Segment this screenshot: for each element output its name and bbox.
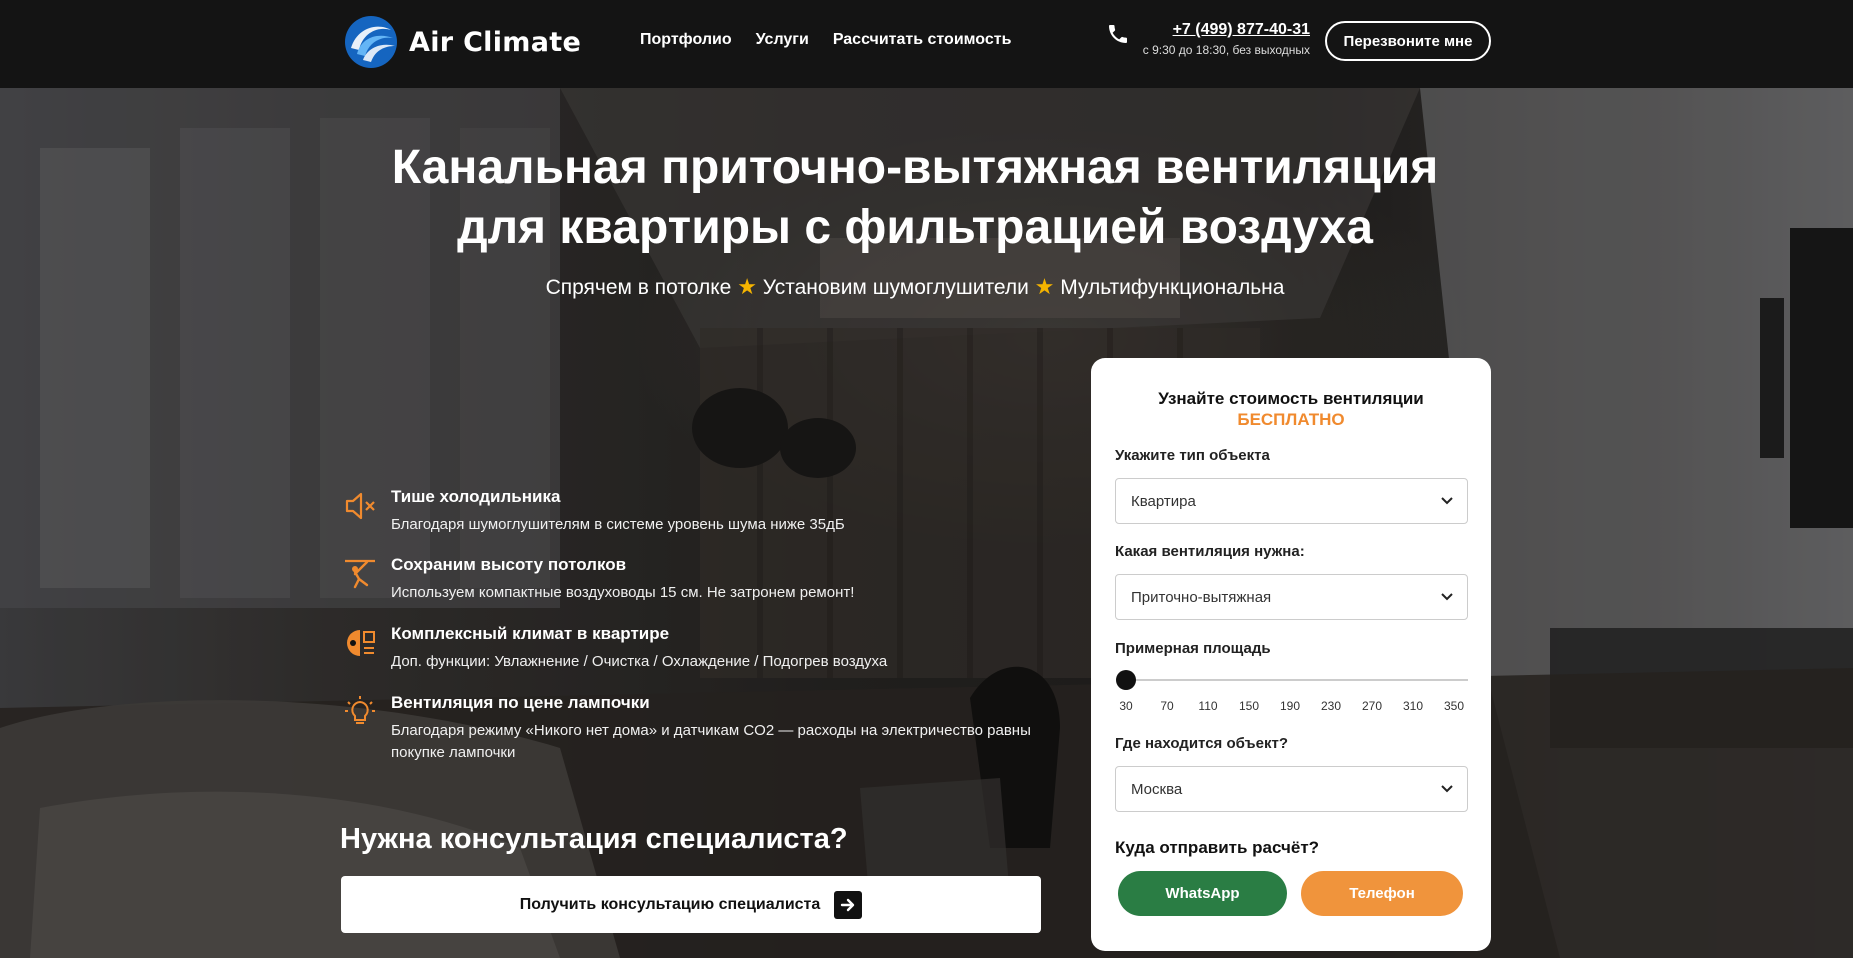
- climate-functions-icon: [347, 630, 375, 656]
- cost-form-card: Узнайте стоимость вентиляции БЕСПЛАТНО У…: [1091, 358, 1491, 951]
- location-label: Где находится объект?: [1115, 735, 1288, 752]
- logo-wave-icon: [345, 16, 397, 68]
- star-icon: ★: [737, 274, 757, 299]
- feature-title: Вентиляция по цене лампочки: [391, 693, 650, 712]
- feature-text: Используем компактные воздуховоды 15 см.…: [391, 584, 855, 601]
- star-icon: ★: [1034, 274, 1055, 299]
- area-tick: 110: [1198, 699, 1218, 713]
- page-title-line1: Канальная приточно-вытяжная вентиляция: [391, 141, 1439, 194]
- location-select[interactable]: Москва: [1115, 766, 1468, 812]
- consult-heading: Нужна консультация специалиста?: [340, 823, 848, 855]
- subtitle-part-hide-ceiling: Спрячем в потолке: [545, 276, 732, 299]
- area-tick: 270: [1361, 699, 1383, 713]
- form-title: Узнайте стоимость вентиляции: [1158, 389, 1424, 408]
- feature-text: Благодаря шумоглушителям в системе урове…: [391, 516, 845, 533]
- ventilation-type-value: Приточно-вытяжная: [1131, 588, 1272, 606]
- object-type-select[interactable]: Квартира: [1115, 478, 1468, 524]
- arrow-right-icon: [834, 890, 863, 919]
- ventilation-type-select[interactable]: Приточно-вытяжная: [1115, 574, 1468, 620]
- consult-button-label: Получить консультацию специалиста: [519, 895, 821, 913]
- location-value: Москва: [1131, 780, 1183, 798]
- phone-icon: [1109, 25, 1127, 43]
- main-nav: Портфолио Услуги Рассчитать стоимость: [640, 31, 1011, 49]
- chevron-down-icon: [1441, 785, 1453, 793]
- area-tick: 70: [1160, 699, 1174, 713]
- phone-link[interactable]: +7 (499) 877-40-31: [1130, 21, 1310, 39]
- feature-title: Тише холодильника: [391, 487, 561, 506]
- area-tick: 350: [1443, 699, 1465, 713]
- working-hours: с 9:30 до 18:30, без выходных: [1142, 43, 1310, 57]
- send-method-label: Куда отправить расчёт?: [1115, 838, 1320, 857]
- feature-item: Комплексный климат в квартире Доп. функц…: [343, 624, 1043, 693]
- chevron-down-icon: [1441, 593, 1453, 601]
- feature-item: Вентиляция по цене лампочки Благодаря ре…: [343, 693, 1043, 764]
- features-list: Тише холодильника Благодаря шумоглушител…: [343, 487, 1043, 764]
- area-slider[interactable]: [1115, 668, 1468, 692]
- subtitle-part-silencers: Установим шумоглушители: [762, 276, 1029, 299]
- whatsapp-button[interactable]: WhatsApp: [1118, 871, 1287, 916]
- object-type-label: Укажите тип объекта: [1115, 447, 1270, 464]
- feature-item: Сохраним высоту потолков Используем комп…: [343, 555, 1043, 624]
- page-title-line2: для квартиры с фильтрацией воздуха: [457, 201, 1373, 254]
- contact-block: +7 (499) 877-40-31 с 9:30 до 18:30, без …: [1130, 21, 1310, 57]
- nav-item-services[interactable]: Услуги: [756, 31, 809, 49]
- object-type-value: Квартира: [1131, 492, 1196, 510]
- area-tick: 190: [1279, 699, 1301, 713]
- form-free-label: БЕСПЛАТНО: [1237, 410, 1345, 429]
- feature-title: Комплексный климат в квартире: [391, 624, 670, 643]
- phone-button[interactable]: Телефон: [1301, 871, 1463, 916]
- area-slider-thumb[interactable]: [1116, 670, 1136, 690]
- feature-item: Тише холодильника Благодаря шумоглушител…: [343, 487, 1043, 555]
- hero-subtitle: Спрячем в потолке ★ Установим шумоглушит…: [0, 274, 1830, 300]
- feature-title: Сохраним высоту потолков: [391, 555, 627, 574]
- ceiling-worker-icon: [345, 559, 375, 589]
- light-bulb-icon: [345, 696, 375, 724]
- callback-button[interactable]: Перезвоните мне: [1325, 21, 1491, 61]
- page-title: Канальная приточно-вытяжная вентиляция д…: [0, 138, 1830, 258]
- mute-speaker-icon: [345, 492, 375, 520]
- nav-item-calculate[interactable]: Рассчитать стоимость: [833, 31, 1012, 49]
- area-tick: 150: [1238, 699, 1260, 713]
- consult-button[interactable]: Получить консультацию специалиста: [341, 876, 1041, 933]
- area-slider-track: [1125, 679, 1468, 681]
- feature-text: Доп. функции: Увлажнение / Очистка / Охл…: [391, 653, 888, 670]
- site-header: Air Climate Портфолио Услуги Рассчитать …: [0, 0, 1853, 88]
- area-slider-ticks: 30 70 110 150 190 230 270 310 350: [1115, 699, 1468, 715]
- ventilation-type-label: Какая вентиляция нужна:: [1115, 543, 1305, 560]
- logo-text: Air Climate: [409, 26, 582, 58]
- chevron-down-icon: [1441, 497, 1453, 505]
- subtitle-part-multifunctional: Мультифункциональна: [1060, 276, 1285, 299]
- feature-text: Благодаря режиму «Никого нет дома» и дат…: [391, 722, 1031, 761]
- logo[interactable]: Air Climate: [343, 14, 581, 70]
- area-tick: 310: [1402, 699, 1424, 713]
- area-tick: 30: [1119, 699, 1133, 713]
- area-label: Примерная площадь: [1115, 640, 1271, 657]
- area-tick: 230: [1320, 699, 1342, 713]
- nav-item-portfolio[interactable]: Портфолио: [640, 31, 732, 49]
